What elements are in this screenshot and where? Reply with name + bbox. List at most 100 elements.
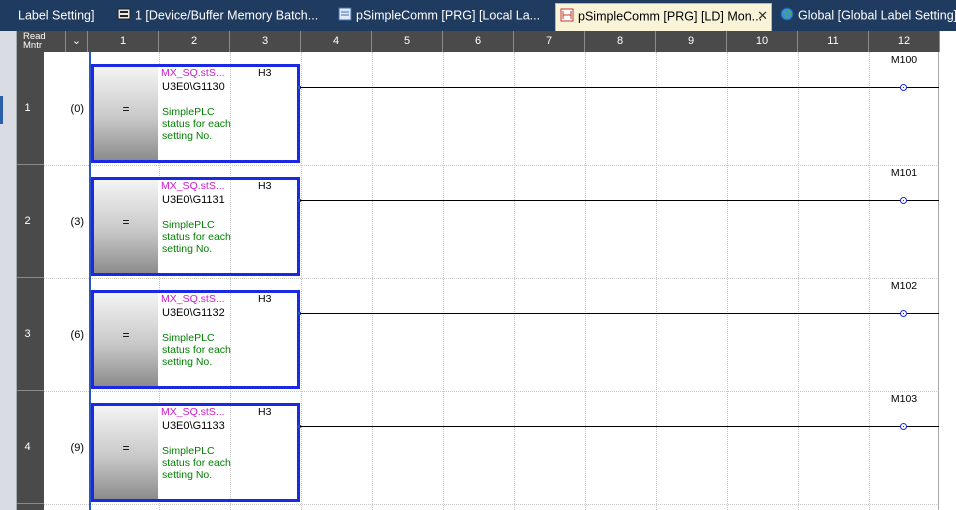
rung-wire [300, 313, 939, 314]
coil-device: M100 [890, 54, 918, 66]
globe-icon [780, 5, 794, 21]
column-header-2: 2 [159, 31, 230, 52]
grid-line [443, 52, 444, 510]
rung-number: 3 [24, 328, 31, 340]
constant-operand: H3 [258, 293, 272, 305]
read-monitor-corner[interactable]: Read Mntr [17, 31, 66, 52]
device-comment: SimplePLC status for each setting No. [162, 445, 231, 482]
coil-icon[interactable] [900, 197, 907, 204]
tab-psimplecomm-local-label[interactable]: pSimpleComm [PRG] [Local La... [334, 3, 546, 28]
gutter-marker [0, 96, 3, 124]
column-header-8: 8 [585, 31, 656, 52]
block-divider [158, 67, 159, 160]
grid-line [514, 52, 515, 510]
grid-line [372, 52, 373, 510]
rung-number: 1 [24, 102, 31, 114]
coil-icon[interactable] [900, 310, 907, 317]
rung-wire [300, 200, 939, 201]
label-operand: MX_SQ.stS... [161, 67, 225, 79]
coil-device: M103 [890, 393, 918, 405]
coil-device: M101 [890, 167, 918, 179]
grid-line [44, 165, 939, 166]
grid-line [727, 52, 728, 510]
rung-wire [300, 426, 939, 427]
tab-device-buffer-memory-batch[interactable]: 1 [Device/Buffer Memory Batch... [113, 3, 327, 28]
grid-line [869, 52, 870, 510]
device-comment: SimplePLC status for each setting No. [162, 219, 231, 256]
grid-line [301, 52, 302, 510]
right-power-rail [938, 52, 939, 510]
block-divider [158, 406, 159, 499]
label-operand: MX_SQ.stS... [161, 406, 225, 418]
device-comment: SimplePLC status for each setting No. [162, 106, 231, 143]
rung-number: 4 [24, 441, 31, 453]
rung-wire [300, 87, 939, 88]
device-operand: U3E0\G1130 [162, 81, 225, 93]
column-header-11: 11 [798, 31, 869, 52]
grid-line [44, 391, 939, 392]
tab-global-label-setting[interactable]: Global [Global Label Setting] [776, 3, 956, 28]
device-operand: U3E0\G1131 [162, 194, 225, 206]
compare-function-block[interactable]: = MX_SQ.stS... U3E0\G1130 SimplePLC stat… [91, 64, 300, 163]
column-header-7: 7 [514, 31, 585, 52]
step-number: (0) [70, 103, 84, 115]
rung-row-header[interactable]: 2 [17, 165, 44, 278]
close-icon[interactable]: ✕ [757, 4, 768, 28]
grid-line [798, 52, 799, 510]
tab-label: 1 [Device/Buffer Memory Batch... [135, 8, 319, 23]
constant-operand: H3 [258, 406, 272, 418]
tab-label: Global [Global Label Setting] [798, 8, 956, 23]
ladder-editor[interactable]: 1 2 3 4 5 6 7 8 9 10 11 12 Read Mntr ⌄ 1… [17, 31, 956, 510]
tab-label-setting[interactable]: Label Setting] [0, 3, 109, 28]
compare-operator: = [94, 406, 158, 499]
compare-operator: = [94, 180, 158, 273]
column-header: 1 2 3 4 5 6 7 8 9 10 11 12 [17, 31, 940, 52]
chevron-down-icon[interactable]: ⌄ [66, 31, 88, 52]
tab-label: Label Setting] [18, 8, 95, 23]
column-header-9: 9 [656, 31, 727, 52]
editor-tab-bar: Label Setting] 1 [Device/Buffer Memory B… [0, 0, 956, 31]
constant-operand: H3 [258, 67, 272, 79]
step-number: (9) [70, 442, 84, 454]
rung-row-header[interactable] [17, 504, 44, 510]
rung-row-header[interactable]: 3 [17, 278, 44, 391]
tab-label: pSimpleComm [PRG] [LD] Mon... [578, 9, 763, 24]
column-header-6: 6 [443, 31, 514, 52]
device-operand: U3E0\G1133 [162, 420, 225, 432]
device-memory-icon [117, 5, 131, 20]
rung-row-header[interactable]: 4 [17, 391, 44, 504]
compare-operator: = [94, 293, 158, 386]
grid-line [44, 278, 939, 279]
rung-row-header[interactable]: 1 [17, 52, 44, 165]
label-operand: MX_SQ.stS... [161, 180, 225, 192]
block-divider [158, 293, 159, 386]
label-operand: MX_SQ.stS... [161, 293, 225, 305]
grid-line [656, 52, 657, 510]
compare-function-block[interactable]: = MX_SQ.stS... U3E0\G1131 SimplePLC stat… [91, 177, 300, 276]
column-header-10: 10 [727, 31, 798, 52]
tab-label: pSimpleComm [PRG] [Local La... [356, 8, 541, 23]
grid-line [585, 52, 586, 510]
rung-number: 2 [24, 215, 31, 227]
tab-psimplecomm-ld-monitor[interactable]: pSimpleComm [PRG] [LD] Mon... ✕ [555, 3, 772, 31]
coil-icon[interactable] [900, 84, 907, 91]
column-header-3: 3 [230, 31, 301, 52]
column-header-12: 12 [869, 31, 940, 52]
coil-device: M102 [890, 280, 918, 292]
compare-operator: = [94, 67, 158, 160]
grid-line [44, 504, 939, 505]
column-header-4: 4 [301, 31, 372, 52]
compare-function-block[interactable]: = MX_SQ.stS... U3E0\G1132 SimplePLC stat… [91, 290, 300, 389]
block-divider [158, 180, 159, 273]
constant-operand: H3 [258, 180, 272, 192]
read-mode-label: Read Mntr [23, 31, 46, 51]
compare-function-block[interactable]: = MX_SQ.stS... U3E0\G1133 SimplePLC stat… [91, 403, 300, 502]
column-header-1: 1 [88, 31, 159, 52]
device-operand: U3E0\G1132 [162, 307, 225, 319]
coil-icon[interactable] [900, 423, 907, 430]
ladder-program-icon [560, 6, 574, 22]
step-number: (6) [70, 329, 84, 341]
device-comment: SimplePLC status for each setting No. [162, 332, 231, 369]
column-header-5: 5 [372, 31, 443, 52]
step-number: (3) [70, 216, 84, 228]
